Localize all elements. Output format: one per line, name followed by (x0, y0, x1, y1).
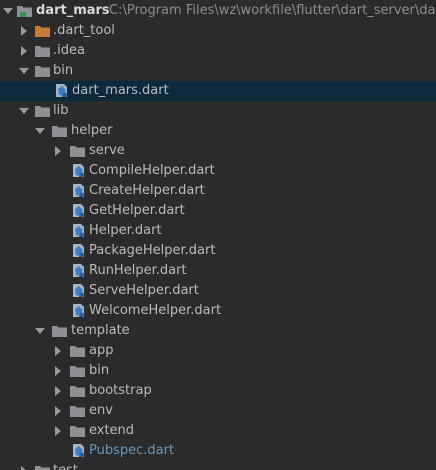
folder-icon (35, 466, 50, 470)
project-name: dart_mars (36, 3, 110, 18)
chevron-down-icon[interactable] (35, 126, 45, 136)
chevron-right-icon[interactable] (19, 46, 29, 56)
tree-row-helper-file[interactable]: CreateHelper.dart (0, 181, 436, 201)
chevron-down-icon[interactable] (19, 106, 29, 116)
chevron-right-icon[interactable] (19, 26, 29, 36)
dart-file-icon (73, 284, 85, 297)
tree-row-helper-file[interactable]: GetHelper.dart (0, 201, 436, 221)
folder-icon (52, 326, 67, 337)
folder-label-helper: helper (71, 123, 113, 138)
tree-row-helper-file[interactable]: Helper.dart (0, 221, 436, 241)
file-label-pubspec: Pubspec.dart (89, 443, 175, 458)
tree-row-template-folder[interactable]: app (0, 341, 436, 361)
folder-icon (35, 106, 50, 117)
folder-icon (70, 366, 85, 377)
tree-row-lib[interactable]: lib (0, 101, 436, 121)
file-label: Helper.dart (89, 223, 162, 238)
folder-icon (52, 126, 67, 137)
folder-icon (35, 66, 50, 77)
chevron-down-icon[interactable] (35, 326, 45, 336)
chevron-down-icon[interactable] (3, 6, 13, 16)
folder-icon (70, 346, 85, 357)
chevron-right-icon[interactable] (53, 146, 63, 156)
folder-icon (70, 406, 85, 417)
file-label: ServeHelper.dart (89, 283, 199, 298)
folder-label-test: test (53, 463, 78, 470)
file-label: CreateHelper.dart (89, 183, 205, 198)
tree-row-template-folder[interactable]: bootstrap (0, 381, 436, 401)
folder-label: env (89, 403, 113, 418)
tree-row-test-partial[interactable]: test (0, 461, 436, 470)
chevron-right-icon[interactable] (53, 346, 63, 356)
tree-row-bin[interactable]: bin (0, 61, 436, 81)
tree-row-dart-mars-file[interactable]: dart_mars.dart (0, 81, 436, 101)
file-label: RunHelper.dart (89, 263, 187, 278)
chevron-right-icon[interactable] (53, 386, 63, 396)
chevron-right-icon[interactable] (53, 366, 63, 376)
file-label: WelcomeHelper.dart (89, 303, 222, 318)
tree-row-template-folder[interactable]: bin (0, 361, 436, 381)
folder-label-serve: serve (89, 143, 125, 158)
dart-file-icon (73, 264, 85, 277)
chevron-right-icon[interactable] (53, 406, 63, 416)
tree-row-helper-file[interactable]: CompileHelper.dart (0, 161, 436, 181)
tree-row-dart-tool[interactable]: .dart_tool (0, 21, 436, 41)
folder-icon (70, 386, 85, 397)
folder-label-idea: .idea (53, 43, 85, 58)
dart-file-icon (73, 224, 85, 237)
file-label: CompileHelper.dart (89, 163, 215, 178)
folder-icon (70, 146, 85, 157)
folder-label-bin: bin (53, 63, 74, 78)
tree-row-serve[interactable]: serve (0, 141, 436, 161)
file-label-dart-mars: dart_mars.dart (72, 83, 169, 98)
excluded-folder-icon (35, 26, 50, 37)
dart-file-icon (73, 164, 85, 177)
folder-icon (70, 426, 85, 437)
chevron-right-icon[interactable] (53, 426, 63, 436)
tree-row-helper-file[interactable]: PackageHelper.dart (0, 241, 436, 261)
tree-row-template-folder[interactable]: env (0, 401, 436, 421)
dart-file-icon (73, 184, 85, 197)
file-label: GetHelper.dart (89, 203, 185, 218)
file-label: PackageHelper.dart (89, 243, 216, 258)
folder-label: app (89, 343, 114, 358)
project-tree: dart_mars C:\Program Files\wz\workfile\f… (0, 0, 436, 470)
chevron-right-icon[interactable] (19, 466, 29, 470)
folder-label: extend (89, 423, 135, 438)
chevron-down-icon[interactable] (19, 66, 29, 76)
tree-row-helper-file[interactable]: RunHelper.dart (0, 261, 436, 281)
folder-label: bin (89, 363, 110, 378)
dart-file-icon (73, 304, 85, 317)
tree-row-template[interactable]: template (0, 321, 436, 341)
dart-file-icon (73, 244, 85, 257)
folder-label-dart-tool: .dart_tool (53, 23, 115, 38)
dart-file-icon (73, 444, 85, 457)
tree-row-helper-file[interactable]: ServeHelper.dart (0, 281, 436, 301)
tree-row-helper[interactable]: helper (0, 121, 436, 141)
tree-row-helper-file[interactable]: WelcomeHelper.dart (0, 301, 436, 321)
folder-label: bootstrap (89, 383, 152, 398)
tree-row-idea[interactable]: .idea (0, 41, 436, 61)
dart-file-icon (73, 204, 85, 217)
tree-row-template-folder[interactable]: extend (0, 421, 436, 441)
project-folder-icon (17, 6, 32, 17)
tree-row-pubspec-file[interactable]: Pubspec.dart (0, 441, 436, 461)
project-path: C:\Program Files\wz\workfile\flutter\dar… (109, 3, 436, 18)
tree-row-project-root[interactable]: dart_mars C:\Program Files\wz\workfile\f… (0, 1, 436, 21)
folder-label-lib: lib (53, 103, 69, 118)
folder-label-template: template (71, 323, 130, 338)
dart-file-icon (56, 84, 68, 97)
folder-icon (35, 46, 50, 57)
